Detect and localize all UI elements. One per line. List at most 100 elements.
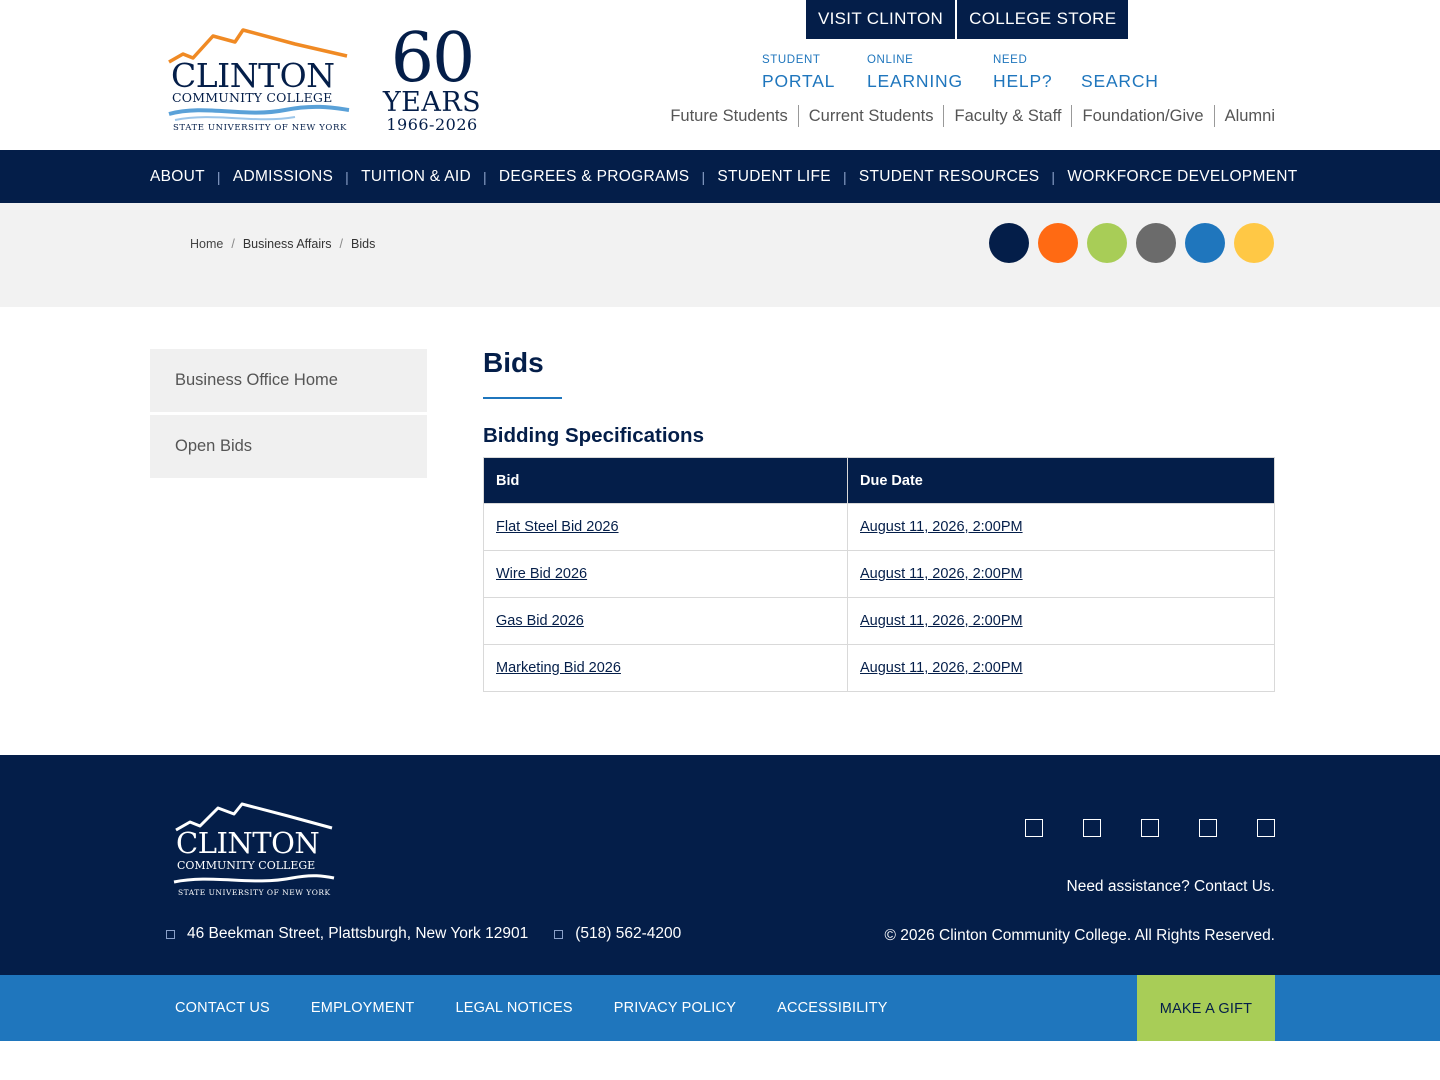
main-nav: ABOUT | ADMISSIONS | TUITION & AID | DEGREE… bbox=[0, 150, 1440, 203]
due-date-link[interactable]: August 11, 2026, 2:00PM bbox=[860, 566, 1023, 582]
due-date-link[interactable]: August 11, 2026, 2:00PM bbox=[860, 660, 1023, 676]
footer-link-contact-us[interactable]: CONTACT US bbox=[175, 1000, 270, 1016]
footer-link-legal-notices[interactable]: LEGAL NOTICES bbox=[455, 1000, 572, 1016]
side-nav: Business Office Home Open Bids bbox=[150, 349, 427, 481]
anniversary-word: YEARS bbox=[382, 87, 482, 118]
section-title: Bidding Specifications bbox=[483, 424, 704, 447]
breadcrumb-business-affairs[interactable]: Business Affairs bbox=[243, 237, 332, 251]
bid-link[interactable]: Wire Bid 2026 bbox=[496, 566, 587, 582]
make-a-gift-button[interactable]: MAKE A GIFT bbox=[1137, 975, 1275, 1041]
quick-link-large: HELP? bbox=[993, 71, 1053, 91]
footer-logo-suny: STATE UNIVERSITY OF NEW YORK bbox=[178, 888, 331, 897]
site-header: CLINTON COMMUNITY COLLEGE STATE UNIVERSI… bbox=[0, 0, 1440, 150]
audience-link-future-students[interactable]: Future Students bbox=[660, 104, 797, 128]
bid-link[interactable]: Marketing Bid 2026 bbox=[496, 660, 621, 676]
nav-tuition-aid[interactable]: TUITION & AID bbox=[361, 168, 471, 186]
audience-link-alumni[interactable]: Alumni bbox=[1215, 104, 1275, 128]
main-content: Bids Bidding Specifications Bid Due Date… bbox=[483, 345, 1275, 692]
table-cell: August 11, 2026, 2:00PM bbox=[847, 597, 1275, 645]
online-learning-link[interactable]: ONLINE LEARNING bbox=[867, 54, 963, 94]
nav-separator: | bbox=[216, 168, 221, 185]
quick-link-small: ONLINE bbox=[867, 54, 914, 66]
youtube-icon[interactable] bbox=[1199, 819, 1217, 837]
nav-separator: | bbox=[842, 168, 847, 185]
column-header-bid: Bid bbox=[483, 457, 848, 504]
student-portal-link[interactable]: STUDENT PORTAL bbox=[762, 54, 835, 94]
need-help-link[interactable]: NEED HELP? bbox=[993, 54, 1052, 94]
footer-link-accessibility[interactable]: ACCESSIBILITY bbox=[777, 1000, 888, 1016]
logo-subtitle: COMMUNITY COLLEGE bbox=[172, 90, 333, 105]
logo-suny: STATE UNIVERSITY OF NEW YORK bbox=[173, 123, 347, 133]
color-dot-blue bbox=[1185, 223, 1225, 263]
audience-link-faculty-staff[interactable]: Faculty & Staff bbox=[944, 104, 1071, 128]
footer-link-privacy-policy[interactable]: PRIVACY POLICY bbox=[614, 1000, 736, 1016]
due-date-link[interactable]: August 11, 2026, 2:00PM bbox=[860, 613, 1023, 629]
address-text: 46 Beekman Street, Plattsburgh, New York… bbox=[187, 925, 529, 942]
anniversary-badge: 60 YEARS 1966-2026 bbox=[372, 24, 492, 136]
due-date-link[interactable]: August 11, 2026, 2:00PM bbox=[860, 519, 1023, 535]
title-underline bbox=[483, 397, 562, 399]
copyright: © 2026 Clinton Community College. All Ri… bbox=[884, 927, 1276, 944]
breadcrumb: Home / Business Affairs / Bids bbox=[190, 237, 375, 251]
footer-logo-name: CLINTON bbox=[176, 826, 320, 860]
nav-separator: | bbox=[1051, 168, 1056, 185]
quick-link-small bbox=[1081, 54, 1159, 67]
table-cell: Marketing Bid 2026 bbox=[483, 644, 848, 692]
quick-link-small: STUDENT bbox=[762, 54, 821, 66]
breadcrumb-separator: / bbox=[339, 237, 344, 251]
quick-link-small: NEED bbox=[993, 54, 1028, 66]
color-dot-orange bbox=[1038, 223, 1078, 263]
phone-icon bbox=[554, 929, 564, 939]
assistance-link[interactable]: Need assistance? Contact Us. bbox=[1067, 878, 1276, 896]
page-title: Bids bbox=[483, 347, 544, 378]
breadcrumb-home[interactable]: Home bbox=[190, 237, 223, 251]
search-link[interactable]: SEARCH bbox=[1081, 54, 1159, 94]
instagram-icon[interactable] bbox=[1141, 819, 1159, 837]
footer-logo[interactable]: CLINTON COMMUNITY COLLEGE STATE UNIVERSI… bbox=[172, 802, 342, 902]
table-cell: Flat Steel Bid 2026 bbox=[483, 503, 848, 551]
bid-link[interactable]: Gas Bid 2026 bbox=[496, 613, 584, 629]
twitter-icon[interactable] bbox=[1083, 819, 1101, 837]
quick-link-large: PORTAL bbox=[762, 71, 836, 91]
nav-student-resources[interactable]: STUDENT RESOURCES bbox=[859, 168, 1040, 186]
side-nav-open-bids[interactable]: Open Bids bbox=[150, 415, 427, 478]
nav-separator: | bbox=[345, 168, 350, 185]
social-links bbox=[1025, 819, 1275, 837]
linkedin-icon[interactable] bbox=[1257, 819, 1275, 837]
color-dot-navy bbox=[989, 223, 1029, 263]
footer-link-employment[interactable]: EMPLOYMENT bbox=[311, 1000, 415, 1016]
bid-link[interactable]: Flat Steel Bid 2026 bbox=[496, 519, 619, 535]
quick-link-large: LEARNING bbox=[867, 71, 963, 91]
college-logo[interactable]: CLINTON COMMUNITY COLLEGE STATE UNIVERSI… bbox=[165, 22, 355, 137]
phone-text[interactable]: (518) 562-4200 bbox=[575, 925, 681, 943]
table-row: Flat Steel Bid 2026 August 11, 2026, 2:0… bbox=[483, 503, 1275, 551]
breadcrumb-current: Bids bbox=[351, 237, 376, 251]
top-buttons: VISIT CLINTON COLLEGE STORE bbox=[806, 0, 1129, 39]
audience-link-current-students[interactable]: Current Students bbox=[799, 104, 944, 128]
location-icon bbox=[166, 929, 175, 939]
nav-workforce-development[interactable]: WORKFORCE DEVELOPMENT bbox=[1067, 168, 1297, 186]
quick-link-large: SEARCH bbox=[1081, 71, 1159, 91]
footer-logo-subtitle: COMMUNITY COLLEGE bbox=[177, 859, 316, 872]
nav-degrees-programs[interactable]: DEGREES & PROGRAMS bbox=[499, 168, 690, 186]
audience-link-foundation-give[interactable]: Foundation/Give bbox=[1072, 104, 1213, 128]
nav-admissions[interactable]: ADMISSIONS bbox=[233, 168, 333, 186]
college-store-button[interactable]: COLLEGE STORE bbox=[957, 0, 1129, 39]
audience-nav: Future Students Current Students Faculty… bbox=[660, 104, 1275, 128]
visit-clinton-button[interactable]: VISIT CLINTON bbox=[806, 0, 956, 39]
table-row: Gas Bid 2026 August 11, 2026, 2:00PM bbox=[483, 597, 1275, 645]
bids-table: Bid Due Date Flat Steel Bid 2026 August … bbox=[483, 457, 1275, 692]
table-cell: August 11, 2026, 2:00PM bbox=[847, 644, 1275, 692]
nav-student-life[interactable]: STUDENT LIFE bbox=[717, 168, 831, 186]
nav-separator: | bbox=[482, 168, 487, 185]
site-footer: CLINTON COMMUNITY COLLEGE STATE UNIVERSI… bbox=[0, 755, 1440, 975]
table-row: Marketing Bid 2026 August 11, 2026, 2:00… bbox=[483, 644, 1275, 692]
nav-separator: | bbox=[701, 168, 706, 185]
facebook-icon[interactable] bbox=[1025, 819, 1043, 837]
column-header-due-date: Due Date bbox=[847, 457, 1275, 504]
nav-about[interactable]: ABOUT bbox=[150, 168, 205, 186]
anniversary-years: 1966-2026 bbox=[386, 115, 478, 134]
table-row: Wire Bid 2026 August 11, 2026, 2:00PM bbox=[483, 550, 1275, 598]
side-nav-business-office-home[interactable]: Business Office Home bbox=[150, 349, 427, 412]
table-cell: Gas Bid 2026 bbox=[483, 597, 848, 645]
